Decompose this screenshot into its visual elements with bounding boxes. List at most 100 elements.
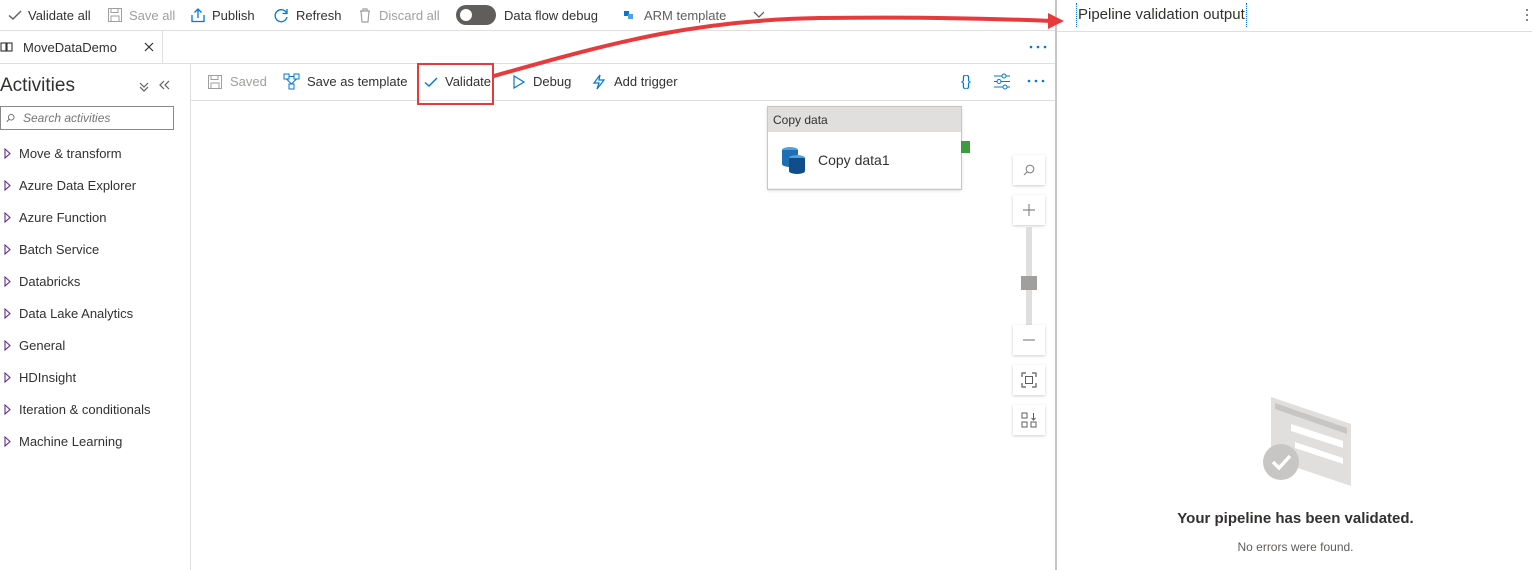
activity-category-label: Iteration & conditionals bbox=[19, 401, 151, 417]
activity-category[interactable]: HDInsight bbox=[0, 367, 76, 387]
collapse-all-icon[interactable] bbox=[138, 80, 150, 92]
activity-category[interactable]: Iteration & conditionals bbox=[0, 399, 151, 419]
tab-title: MoveDataDemo bbox=[23, 39, 117, 55]
validated-illustration-icon bbox=[1263, 397, 1351, 486]
save-icon bbox=[208, 74, 222, 89]
expand-triangle-icon bbox=[4, 436, 11, 447]
arm-template-icon bbox=[624, 11, 633, 19]
activities-title: Activities bbox=[0, 75, 75, 96]
activity-type-label: Copy data bbox=[768, 107, 961, 132]
success-output-handle[interactable] bbox=[961, 141, 970, 153]
expand-triangle-icon bbox=[4, 404, 11, 415]
validation-pane-title: Pipeline validation output bbox=[1076, 3, 1247, 27]
activity-category[interactable]: Azure Data Explorer bbox=[0, 175, 136, 195]
activity-category[interactable]: General bbox=[0, 335, 65, 355]
activity-category-label: General bbox=[19, 337, 66, 353]
activity-category-label: HDInsight bbox=[19, 369, 77, 385]
activity-category-label: Move & transform bbox=[19, 145, 122, 161]
arm-template-dropdown[interactable]: ARM template bbox=[622, 0, 765, 30]
activity-name: Copy data1 bbox=[818, 152, 890, 168]
save-all-button[interactable]: Save all bbox=[107, 0, 175, 30]
activity-category[interactable]: Azure Function bbox=[0, 207, 106, 227]
debug-button[interactable]: Debug bbox=[512, 63, 571, 100]
expand-triangle-icon bbox=[4, 308, 11, 319]
plus-icon bbox=[1023, 204, 1035, 216]
copy-data-icon bbox=[782, 147, 805, 174]
arm-template-label: ARM template bbox=[644, 7, 727, 23]
validate-all-button[interactable]: Validate all bbox=[8, 0, 91, 30]
refresh-icon bbox=[274, 8, 288, 22]
debug-label: Debug bbox=[533, 74, 572, 89]
save-icon bbox=[108, 8, 122, 22]
validation-message: Your pipeline has been validated. bbox=[1177, 510, 1414, 527]
code-icon: {} bbox=[961, 73, 972, 90]
top-toolbar: Validate all Save all Publish Refresh Di… bbox=[0, 0, 1055, 31]
activity-category-label: Azure Data Explorer bbox=[19, 177, 137, 193]
activity-category[interactable]: Machine Learning bbox=[0, 431, 122, 451]
add-trigger-button[interactable]: Add trigger bbox=[591, 63, 678, 100]
more-options-icon[interactable] bbox=[1026, 78, 1046, 84]
pane-grip-icon[interactable] bbox=[1525, 8, 1529, 22]
chevron-down-icon bbox=[753, 11, 765, 18]
publish-label: Publish bbox=[212, 7, 255, 23]
activity-category-label: Databricks bbox=[19, 273, 81, 289]
search-activities-input[interactable] bbox=[21, 110, 173, 126]
save-as-template-label: Save as template bbox=[307, 74, 408, 89]
close-icon[interactable] bbox=[144, 42, 154, 52]
validate-all-label: Validate all bbox=[28, 7, 91, 23]
activities-pane: Activities Move & transform Azure Data Ex… bbox=[0, 63, 191, 570]
template-icon bbox=[283, 73, 300, 90]
auto-align-icon bbox=[1021, 412, 1037, 428]
expand-triangle-icon bbox=[4, 340, 11, 351]
data-flow-debug-toggle[interactable]: Data flow debug bbox=[456, 0, 598, 30]
trash-icon bbox=[360, 8, 370, 23]
expand-triangle-icon bbox=[4, 244, 11, 255]
zoom-in-button[interactable] bbox=[1013, 195, 1045, 225]
activity-category-label: Batch Service bbox=[19, 241, 100, 257]
saved-label: Saved bbox=[230, 74, 267, 89]
check-icon bbox=[8, 10, 22, 20]
canvas-toolbar: Saved Save as template Validate Debug Ad… bbox=[191, 63, 1055, 101]
pipeline-icon bbox=[0, 42, 13, 52]
fit-screen-icon bbox=[1021, 372, 1037, 388]
play-icon bbox=[513, 74, 526, 89]
activity-category-label: Data Lake Analytics bbox=[19, 305, 134, 321]
refresh-button[interactable]: Refresh bbox=[273, 0, 342, 30]
publish-button[interactable]: Publish bbox=[190, 0, 255, 30]
validation-output-pane: Pipeline validation output Your pipeline… bbox=[1055, 0, 1532, 570]
activity-category-label: Machine Learning bbox=[19, 433, 123, 449]
tab-strip: MoveDataDemo bbox=[0, 31, 1055, 64]
refresh-label: Refresh bbox=[296, 7, 342, 23]
minus-icon bbox=[1023, 339, 1035, 341]
validation-submessage: No errors were found. bbox=[1237, 540, 1354, 554]
validate-highlight bbox=[417, 63, 494, 105]
auto-align-button[interactable] bbox=[1013, 405, 1045, 435]
activity-category[interactable]: Data Lake Analytics bbox=[0, 303, 133, 323]
zoom-slider-thumb[interactable] bbox=[1021, 276, 1037, 290]
expand-triangle-icon bbox=[4, 276, 11, 287]
publish-icon bbox=[191, 8, 205, 23]
expand-triangle-icon bbox=[4, 212, 11, 223]
code-button[interactable]: {} bbox=[961, 63, 971, 100]
activity-category[interactable]: Move & transform bbox=[0, 143, 122, 163]
zoom-out-button[interactable] bbox=[1013, 325, 1045, 355]
expand-triangle-icon bbox=[4, 372, 11, 383]
discard-all-button[interactable]: Discard all bbox=[357, 0, 440, 30]
lightning-icon bbox=[592, 74, 606, 89]
copy-data-activity[interactable]: Copy data Copy data1 bbox=[767, 106, 962, 190]
saved-button[interactable]: Saved bbox=[207, 63, 267, 100]
properties-icon[interactable] bbox=[993, 73, 1011, 90]
activity-category[interactable]: Databricks bbox=[0, 271, 80, 291]
search-activities-box[interactable] bbox=[0, 106, 174, 130]
search-icon bbox=[1023, 164, 1035, 176]
toggle-switch[interactable] bbox=[456, 5, 496, 25]
tab-movedatademo[interactable]: MoveDataDemo bbox=[0, 31, 163, 63]
search-canvas-button[interactable] bbox=[1013, 155, 1045, 185]
save-as-template-button[interactable]: Save as template bbox=[283, 63, 407, 100]
fit-to-screen-button[interactable] bbox=[1013, 365, 1045, 395]
activity-body: Copy data1 bbox=[768, 132, 961, 188]
activity-category[interactable]: Batch Service bbox=[0, 239, 99, 259]
more-options-icon[interactable] bbox=[1028, 44, 1048, 50]
expand-triangle-icon bbox=[4, 180, 11, 191]
collapse-pane-icon[interactable] bbox=[158, 79, 170, 91]
